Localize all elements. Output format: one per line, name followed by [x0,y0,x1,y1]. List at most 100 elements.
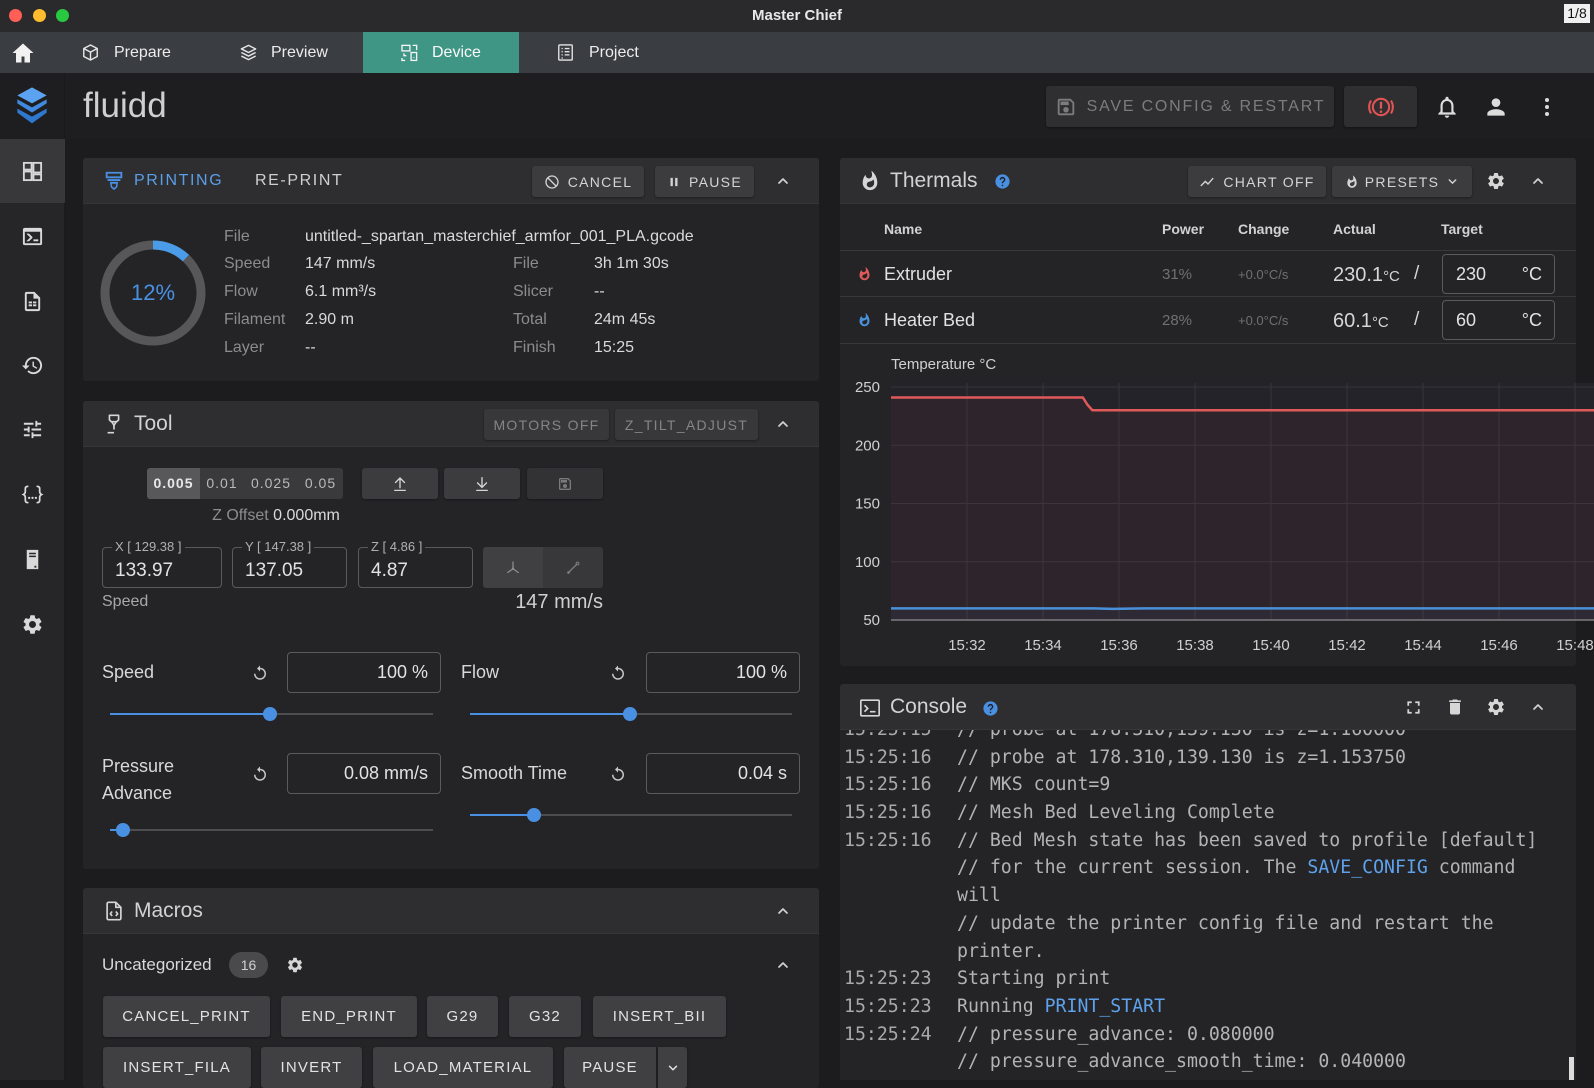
z-position-field[interactable]: Z [ 4.86 ] [358,539,473,588]
tab-preview[interactable]: Preview [234,32,344,73]
flow-slider[interactable] [470,707,792,721]
z-offset-save-button[interactable] [527,468,603,499]
speed-factor-input[interactable] [288,653,440,692]
sidebar-item-history[interactable] [0,333,65,397]
chart-toggle-button[interactable]: CHART OFF [1188,166,1326,197]
y-position-field[interactable]: Y [ 147.38 ] [232,539,347,588]
chevron-up-icon[interactable] [1530,173,1546,189]
z-step-option[interactable]: 0.025 [244,468,298,499]
pressure-advance-field[interactable] [287,753,441,794]
flow-factor-input[interactable] [647,653,799,692]
reset-smooth-time-icon[interactable] [609,765,627,783]
speed-slider-thumb[interactable] [262,707,277,721]
macro-button[interactable]: INSERT_BII [593,996,726,1037]
reset-flow-icon[interactable] [609,664,627,682]
tab-printing[interactable]: PRINTING [134,158,223,204]
heater-name[interactable]: Heater Bed [884,297,975,343]
tab-device[interactable]: Device [363,32,519,73]
z-down-button[interactable] [444,468,520,499]
z-step-option[interactable]: 0.01 [200,468,244,499]
help-icon[interactable] [994,173,1011,190]
sidebar-item-console[interactable] [0,204,65,268]
relative-mode-button[interactable] [543,547,603,588]
chevron-up-icon[interactable] [775,903,791,919]
chevron-up-icon[interactable] [1530,699,1546,715]
smooth-time-field[interactable] [646,753,800,794]
speed-slider[interactable] [110,707,433,721]
macro-category-label[interactable]: Uncategorized [102,953,212,977]
console-command-link[interactable]: SAVE_CONFIG [1307,857,1427,878]
save-config-restart-button[interactable]: SAVE CONFIG & RESTART [1046,86,1334,127]
heater-target-field[interactable]: °C [1442,300,1555,340]
logo[interactable] [0,73,64,139]
gear-icon[interactable] [286,956,304,974]
macro-button[interactable]: LOAD_MATERIAL [373,1047,553,1088]
x-position-input[interactable] [103,548,221,587]
console-output[interactable]: 15:25:15// probe at 178.310,139.130 is z… [840,716,1576,1080]
z-tilt-adjust-button[interactable]: Z_TILT_ADJUST [615,409,758,440]
macro-button[interactable]: PAUSE [564,1047,656,1088]
account-icon[interactable] [1483,94,1509,120]
z-step-option[interactable]: 0.005 [147,468,200,499]
speed-factor-field[interactable] [287,652,441,693]
pressure-advance-slider[interactable] [110,823,433,837]
tab-project[interactable]: Project [551,32,651,73]
absolute-mode-button[interactable] [483,547,543,588]
reset-pressure-advance-icon[interactable] [251,765,269,783]
motors-off-button[interactable]: MOTORS OFF [484,409,609,440]
pressure-advance-input[interactable] [288,754,440,793]
presets-button[interactable]: PRESETS [1332,166,1472,197]
trash-icon[interactable] [1445,697,1465,717]
z-offset-value: 0.000mm [273,507,340,524]
smooth-time-slider-thumb[interactable] [527,808,542,822]
help-icon[interactable] [982,700,999,717]
flow-slider-fill [470,713,631,715]
emergency-stop-button[interactable] [1344,86,1417,127]
chevron-up-icon[interactable] [775,957,791,973]
z-up-button[interactable] [362,468,438,499]
heater-target-field[interactable]: °C [1442,254,1555,294]
bell-icon[interactable] [1434,94,1460,120]
tab-reprint[interactable]: RE-PRINT [255,158,343,204]
macro-button[interactable]: INVERT [261,1047,362,1088]
sidebar-item-jobs[interactable] [0,269,65,333]
flow-factor-field[interactable] [646,652,800,693]
home-icon[interactable] [11,41,35,65]
pressure-advance-slider-thumb[interactable] [115,823,130,837]
tab-prepare[interactable]: Prepare [76,32,206,73]
macro-button[interactable]: INSERT_FILA [103,1047,251,1088]
console-command-link[interactable]: PRINT_START [1045,996,1165,1017]
sidebar-item-macros[interactable] [0,462,65,526]
flow-slider-thumb[interactable] [623,707,638,721]
cancel-button[interactable]: CANCEL [532,166,644,197]
macro-dropdown-button[interactable] [658,1047,687,1088]
console-scrollbar-thumb[interactable] [1569,1057,1574,1080]
gear-icon[interactable] [1486,697,1506,717]
sidebar-item-settings[interactable] [0,592,65,656]
sidebar-item-dashboard[interactable] [0,139,65,203]
heater-name[interactable]: Extruder [884,251,952,297]
chevron-up-icon[interactable] [775,173,791,189]
sidebar-item-tune[interactable] [0,397,65,461]
thermals-title: Thermals [890,169,978,192]
macro-button[interactable]: G29 [427,996,498,1037]
pause-button[interactable]: PAUSE [655,166,754,197]
fullscreen-icon[interactable] [1403,697,1424,718]
more-vert-icon[interactable] [1535,95,1559,119]
macro-button[interactable]: CANCEL_PRINT [103,996,270,1037]
console-timestamp: 15:25:23 [844,968,932,990]
gear-icon[interactable] [1486,171,1506,191]
x-position-field[interactable]: X [ 129.38 ] [102,539,222,588]
sidebar-item-system[interactable] [0,527,65,591]
y-position-input[interactable] [233,548,346,587]
macro-button[interactable]: G32 [509,996,581,1037]
smooth-time-slider[interactable] [470,808,792,822]
z-step-option[interactable]: 0.05 [298,468,343,499]
z-position-input[interactable] [359,548,472,587]
pause-icon [667,175,681,189]
heater-actual-value: 230.1 [1333,264,1384,286]
chevron-up-icon[interactable] [775,416,791,432]
macro-button[interactable]: END_PRINT [281,996,417,1037]
smooth-time-input[interactable] [647,754,799,793]
reset-speed-icon[interactable] [251,664,269,682]
